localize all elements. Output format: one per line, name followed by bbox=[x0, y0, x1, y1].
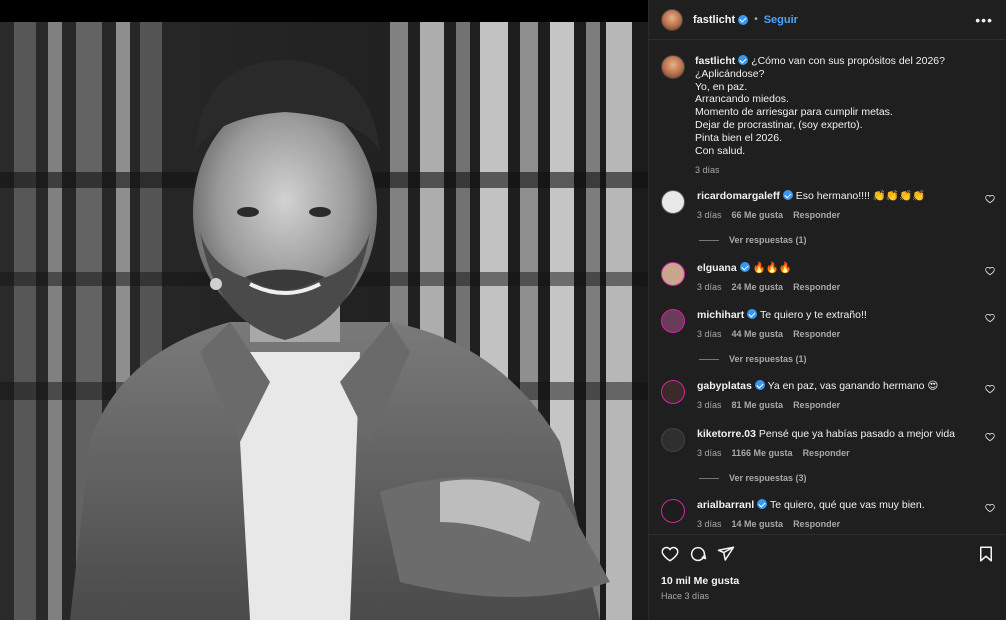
caption-line: Con salud. bbox=[695, 144, 746, 157]
heart-icon[interactable] bbox=[661, 545, 679, 563]
comment-likes[interactable]: 24 Me gusta bbox=[732, 282, 784, 292]
commenter-name[interactable]: kiketorre.03 bbox=[697, 428, 756, 440]
comment-item: michihart Te quiero y te extraño!! 3 día… bbox=[661, 309, 997, 339]
reply-button[interactable]: Responder bbox=[793, 210, 840, 220]
verified-icon bbox=[738, 14, 749, 25]
caption-author-avatar[interactable] bbox=[661, 55, 685, 79]
verified-icon bbox=[738, 55, 749, 65]
comment-item: kiketorre.03 Pensé que ya habías pasado … bbox=[661, 428, 997, 458]
comment-time: 3 días bbox=[697, 282, 722, 292]
post-caption: fastlicht ¿Cómo van con sus propósitos d… bbox=[661, 55, 997, 177]
comment-time: 3 días bbox=[697, 329, 722, 339]
commenter-name[interactable]: michihart bbox=[697, 309, 744, 321]
verified-icon bbox=[739, 262, 750, 272]
reply-button[interactable]: Responder bbox=[803, 448, 850, 458]
comment-text: 🔥🔥🔥 bbox=[752, 262, 792, 274]
caption-time: 3 días bbox=[695, 165, 720, 176]
bookmark-icon[interactable] bbox=[977, 545, 995, 563]
share-icon[interactable] bbox=[717, 545, 735, 563]
comment-text: Te quiero y te extraño!! bbox=[760, 309, 867, 321]
caption-author-name[interactable]: fastlicht bbox=[695, 55, 735, 67]
heart-icon[interactable] bbox=[985, 384, 995, 394]
view-replies-button[interactable]: Ver respuestas (1) bbox=[699, 354, 807, 364]
comment-time: 3 días bbox=[697, 448, 722, 458]
reply-button[interactable]: Responder bbox=[793, 400, 840, 410]
likes-count[interactable]: 10 mil Me gusta bbox=[661, 575, 739, 587]
heart-icon[interactable] bbox=[985, 313, 995, 323]
post-actions: 10 mil Me gusta Hace 3 días bbox=[649, 534, 1006, 620]
comment-item: ricardomargaleff Eso hermano!!!! 👏👏👏👏 3 … bbox=[661, 190, 997, 220]
comment-icon[interactable] bbox=[689, 545, 707, 563]
separator-dot: • bbox=[754, 14, 758, 25]
comment-item: arialbarranl Te quiero, qué que vas muy … bbox=[661, 499, 997, 529]
comment-text: Pensé que ya habías pasado a mejor vida bbox=[758, 428, 956, 440]
comment-text: Eso hermano!!!! 👏👏👏👏 bbox=[795, 190, 926, 202]
commenter-avatar[interactable] bbox=[661, 380, 685, 404]
comment-likes[interactable]: 81 Me gusta bbox=[732, 400, 784, 410]
post-media[interactable] bbox=[0, 0, 648, 620]
verified-icon bbox=[782, 190, 793, 200]
commenter-name[interactable]: elguana bbox=[697, 262, 737, 274]
view-replies-button[interactable]: Ver respuestas (1) bbox=[699, 235, 807, 245]
heart-icon[interactable] bbox=[985, 266, 995, 276]
comment-likes[interactable]: 1166 Me gusta bbox=[732, 448, 793, 458]
verified-icon bbox=[757, 499, 768, 509]
caption-line: ¿Aplicándose? bbox=[695, 67, 765, 80]
caption-body: fastlicht ¿Cómo van con sus propósitos d… bbox=[695, 55, 945, 177]
comment-time: 3 días bbox=[697, 519, 722, 529]
comment-item: gabyplatas Ya en paz, vas ganando herman… bbox=[661, 380, 997, 410]
comment-likes[interactable]: 66 Me gusta bbox=[732, 210, 784, 220]
caption-line: Pinta bien el 2026. bbox=[695, 131, 782, 144]
commenter-avatar[interactable] bbox=[661, 309, 685, 333]
verified-icon bbox=[747, 309, 758, 319]
reply-button[interactable]: Responder bbox=[793, 329, 840, 339]
heart-icon[interactable] bbox=[985, 194, 995, 204]
post-header: fastlicht • Seguir ••• bbox=[649, 0, 1006, 40]
heart-icon[interactable] bbox=[985, 503, 995, 513]
comment-time: 3 días bbox=[697, 400, 722, 410]
view-replies-button[interactable]: Ver respuestas (3) bbox=[699, 473, 807, 483]
portrait-photo bbox=[0, 22, 648, 620]
commenter-name[interactable]: ricardomargaleff bbox=[697, 190, 780, 202]
reply-button[interactable]: Responder bbox=[793, 282, 840, 292]
post-photo[interactable] bbox=[0, 22, 648, 620]
comment-text: Te quiero, qué que vas muy bien. bbox=[769, 499, 925, 511]
commenter-avatar[interactable] bbox=[661, 190, 685, 214]
follow-button[interactable]: Seguir bbox=[764, 14, 798, 26]
caption-line: Dejar de procrastinar, (soy experto). bbox=[695, 118, 863, 131]
comment-text: Ya en paz, vas ganando hermano 😍 bbox=[767, 380, 939, 392]
comment-time: 3 días bbox=[697, 210, 722, 220]
post-time: Hace 3 días bbox=[661, 591, 710, 601]
commenter-name[interactable]: arialbarranl bbox=[697, 499, 754, 511]
caption-line: ¿Cómo van con sus propósitos del 2026? bbox=[751, 55, 945, 67]
reply-button[interactable]: Responder bbox=[793, 519, 840, 529]
heart-icon[interactable] bbox=[985, 432, 995, 442]
caption-line: Momento de arriesgar para cumplir metas. bbox=[695, 106, 893, 119]
commenter-avatar[interactable] bbox=[661, 262, 685, 286]
commenter-avatar[interactable] bbox=[661, 499, 685, 523]
commenter-name[interactable]: gabyplatas bbox=[697, 380, 752, 392]
verified-icon bbox=[754, 380, 765, 390]
comment-item: elguana 🔥🔥🔥 3 días 24 Me gusta Responder bbox=[661, 262, 997, 292]
author-name[interactable]: fastlicht bbox=[693, 14, 735, 26]
comment-likes[interactable]: 14 Me gusta bbox=[732, 519, 784, 529]
comment-likes[interactable]: 44 Me gusta bbox=[732, 329, 784, 339]
commenter-avatar[interactable] bbox=[661, 428, 685, 452]
more-options-icon[interactable]: ••• bbox=[975, 12, 993, 28]
caption-line: Arrancando miedos. bbox=[695, 93, 789, 106]
author-avatar[interactable] bbox=[661, 8, 683, 31]
post-panel: fastlicht • Seguir ••• fastlicht ¿Cómo v… bbox=[648, 0, 1006, 620]
caption-line: Yo, en paz. bbox=[695, 80, 748, 93]
